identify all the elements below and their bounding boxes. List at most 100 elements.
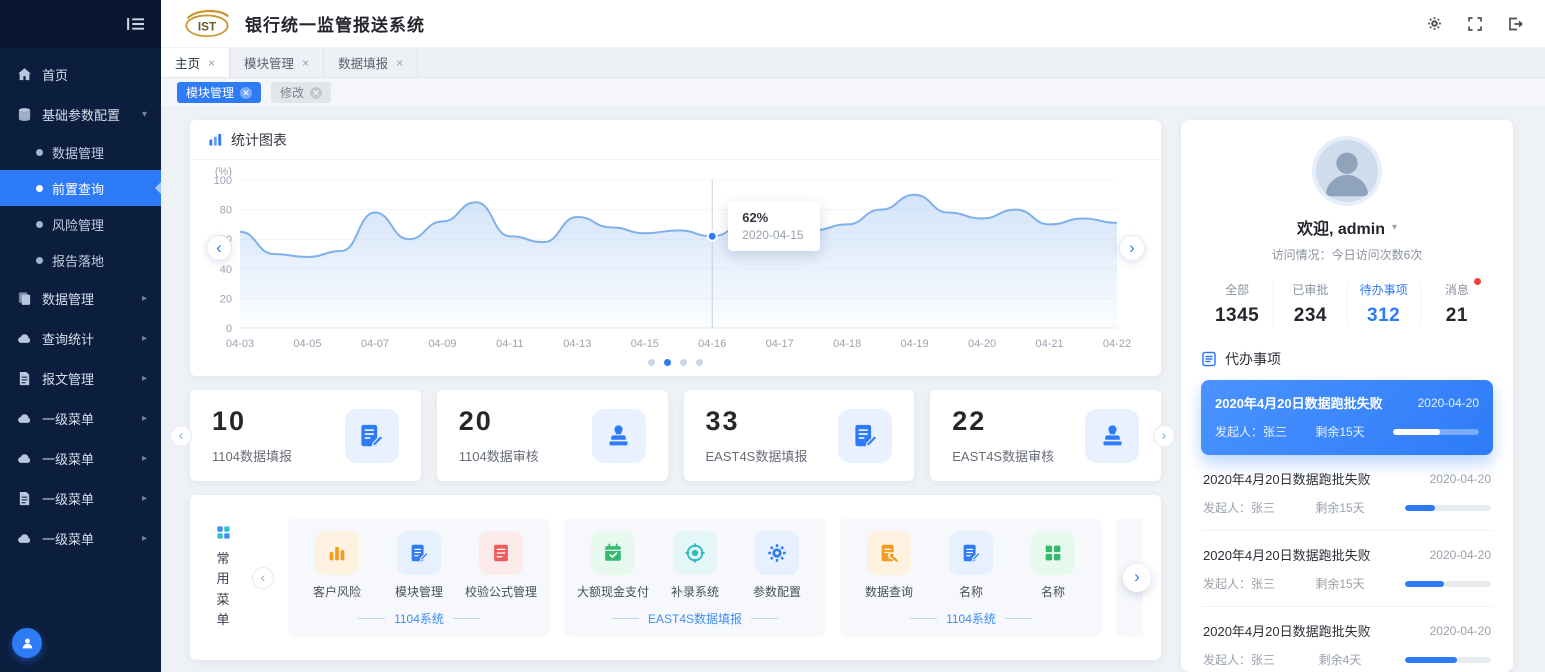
quick-menu-next-button[interactable]: › [1123, 564, 1151, 592]
chart-pagination [190, 354, 1161, 376]
close-icon[interactable]: ✕ [310, 87, 322, 99]
menu-app-name-1[interactable]: 名称 [930, 531, 1012, 600]
stat-card-1104-fill[interactable]: 10 1104数据填报 [190, 390, 421, 481]
sidebar-subitem-label: 前置查询 [52, 179, 104, 198]
gear-icon[interactable] [1426, 15, 1443, 32]
stat-card-1104-review[interactable]: 20 1104数据审核 [437, 390, 668, 481]
pager-dot[interactable] [648, 359, 655, 366]
stat-approved[interactable]: 已审批 234 [1273, 281, 1346, 327]
chart-next-button[interactable]: › [1119, 235, 1145, 261]
menu-app-name-2[interactable]: 名称 [1012, 531, 1094, 600]
stat-text: 20 1104数据审核 [459, 406, 539, 465]
quick-menu-prev-button[interactable]: ‹ [252, 567, 274, 589]
quick-menu-icon [216, 525, 231, 540]
tab-home[interactable]: 主页 × [161, 48, 230, 77]
sidebar-subitem-report-landing[interactable]: 报告落地 [0, 242, 161, 278]
menu-app-cash-payment[interactable]: 大额现金支付 [572, 531, 654, 600]
sidebar-subitem-risk-mgmt[interactable]: 风险管理 [0, 206, 161, 242]
progress-bar [1393, 429, 1479, 435]
sidebar-subitem-data-mgmt[interactable]: 数据管理 [0, 134, 161, 170]
sidebar-item-menu-3[interactable]: 一级菜单 ▸ [0, 478, 161, 518]
chart-body: 020406080100(%)04-0304-0504-0704-0904-11… [190, 160, 1161, 354]
todo-item-active[interactable]: 2020年4月20日数据跑批失败 2020-04-20 发起人：张三 剩余15天 [1201, 380, 1493, 455]
stat-card-east4s-fill[interactable]: 33 EAST4S数据填报 [684, 390, 915, 481]
stat-messages[interactable]: 消息 21 [1420, 281, 1493, 327]
formula-doc-icon [479, 531, 523, 575]
menu-app-module-mgmt[interactable]: 模块管理 [378, 531, 460, 600]
edit-doc-icon [949, 531, 993, 575]
menu-app-param-config[interactable]: 参数配置 [736, 531, 818, 600]
menu-app-data-query[interactable]: 数据查询 [848, 531, 930, 600]
stats-next-button[interactable]: › [1153, 425, 1175, 447]
tab-module-mgmt[interactable]: 模块管理 × [230, 48, 324, 77]
sidebar-item-base-config[interactable]: 基础参数配置 ▾ [0, 94, 161, 134]
tab-bar: 主页 × 模块管理 × 数据填报 × [161, 48, 1545, 78]
menu-app-label: 名称 [959, 583, 983, 600]
line-chart[interactable]: 020406080100(%)04-0304-0504-0704-0904-11… [198, 164, 1143, 354]
menu-app-label: 名称 [1041, 583, 1065, 600]
chevron-down-icon: ▾ [142, 109, 147, 120]
user-stats: 全部 1345 已审批 234 待办事项 312 消息 21 [1201, 281, 1493, 331]
fullscreen-icon[interactable] [1467, 16, 1483, 32]
sidebar-item-data-mgmt[interactable]: 数据管理 ▸ [0, 278, 161, 318]
close-icon[interactable]: × [302, 56, 309, 70]
close-icon[interactable]: × [396, 56, 403, 70]
svg-text:04-11: 04-11 [496, 338, 523, 350]
stat-card-east4s-review[interactable]: 22 EAST4S数据审核 [930, 390, 1161, 481]
menu-app-formula-mgmt[interactable]: 校验公式管理 [460, 531, 542, 600]
stat-all[interactable]: 全部 1345 [1201, 281, 1273, 327]
chevron-right-icon: ▸ [142, 493, 147, 504]
welcome-text: 欢迎, admin [1297, 215, 1385, 239]
stats-prev-button[interactable]: ‹ [170, 425, 192, 447]
svg-text:04-22: 04-22 [1103, 338, 1131, 350]
svg-text:04-21: 04-21 [1035, 338, 1063, 350]
todo-item[interactable]: 2020年4月20日数据跑批失败 2020-04-20 发起人：张三 剩余15天 [1201, 455, 1493, 531]
menu-app-customer-risk[interactable]: 客户风险 [296, 531, 378, 600]
tag-modify[interactable]: 修改 ✕ [271, 82, 331, 103]
edit-form-icon [345, 409, 399, 463]
close-icon[interactable]: × [208, 56, 215, 70]
search-doc-icon [867, 531, 911, 575]
tab-label: 主页 [175, 53, 200, 72]
sidebar-item-home[interactable]: 首页 [0, 54, 161, 94]
bar-chart-icon [315, 531, 359, 575]
document-icon [16, 371, 32, 386]
stat-pending[interactable]: 待办事项 312 [1347, 281, 1420, 327]
logout-icon[interactable] [1507, 16, 1523, 32]
sidebar-item-message-mgmt[interactable]: 报文管理 ▸ [0, 358, 161, 398]
quick-menu-card: 常用菜单 ‹ 客户风险 模块 [190, 495, 1161, 660]
todo-title-text: 2020年4月20日数据跑批失败 [1203, 545, 1371, 564]
chart-prev-button[interactable]: ‹ [206, 235, 232, 261]
assistant-button[interactable] [12, 628, 42, 658]
stat-label: 全部 [1201, 281, 1273, 298]
sidebar-collapse-icon[interactable] [127, 17, 145, 31]
pager-dot[interactable] [680, 359, 687, 366]
pager-dot[interactable] [696, 359, 703, 366]
main-column: IST 银行统一监管报送系统 主页 × 模块管理 × 数据填报 × [161, 0, 1545, 672]
menu-app-supplement-system[interactable]: 补录系统 [654, 531, 736, 600]
stat-value: 1345 [1201, 305, 1273, 327]
tab-data-fill[interactable]: 数据填报 × [324, 48, 418, 77]
welcome-row[interactable]: 欢迎, admin ▾ [1201, 215, 1493, 239]
todo-item[interactable]: 2020年4月20日数据跑批失败 2020-04-20 发起人：张三 剩余15天 [1201, 531, 1493, 607]
avatar[interactable] [1316, 140, 1378, 202]
chart-title: 统计图表 [231, 130, 287, 150]
tag-module-mgmt[interactable]: 模块管理 ✕ [177, 82, 261, 103]
stat-label: 已审批 [1274, 281, 1346, 298]
sidebar-item-menu-4[interactable]: 一级菜单 ▸ [0, 518, 161, 558]
todo-date: 2020-04-20 [1418, 396, 1479, 410]
sidebar-item-label: 数据管理 [42, 289, 94, 308]
close-icon[interactable]: ✕ [240, 87, 252, 99]
group-items: 数据查询 名称 名称 [848, 531, 1094, 600]
app-header: IST 银行统一监管报送系统 [161, 0, 1545, 48]
content-area: 统计图表 020406080100(%)04-0304-0504-0704-09… [161, 108, 1545, 672]
sidebar-subitem-pre-query[interactable]: 前置查询 [0, 170, 161, 206]
sidebar-item-query-stats[interactable]: 查询统计 ▸ [0, 318, 161, 358]
quick-menu-title: 常用菜单 [216, 549, 231, 630]
pager-dot[interactable] [664, 359, 671, 366]
documents-icon [16, 291, 32, 306]
sidebar-item-menu-2[interactable]: 一级菜单 ▸ [0, 438, 161, 478]
todo-title: 代办事项 [1225, 349, 1281, 369]
sidebar-item-menu-1[interactable]: 一级菜单 ▸ [0, 398, 161, 438]
todo-item[interactable]: 2020年4月20日数据跑批失败 2020-04-20 发起人：张三 剩余4天 [1201, 607, 1493, 672]
